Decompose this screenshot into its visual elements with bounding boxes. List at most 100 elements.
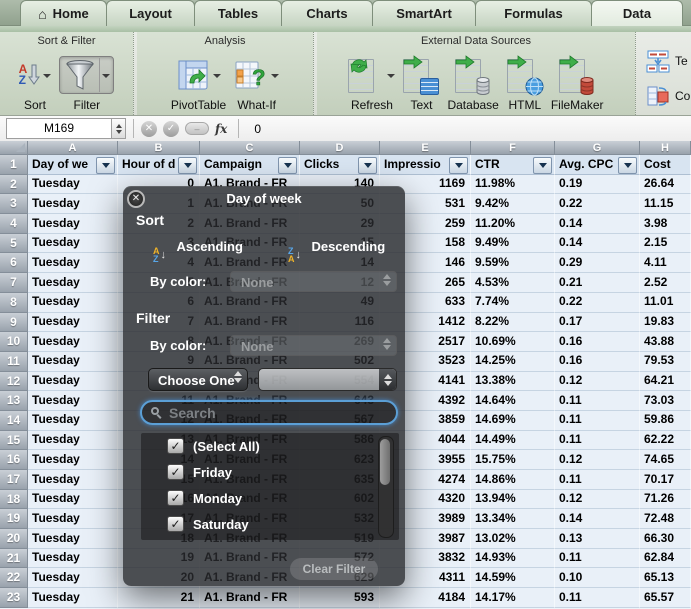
- table-header-cell[interactable]: Cost: [640, 155, 691, 175]
- data-cell[interactable]: 72.48: [640, 509, 691, 529]
- data-cell[interactable]: 13.34%: [471, 509, 555, 529]
- data-cell[interactable]: 0.12: [555, 372, 640, 392]
- data-cell[interactable]: Tuesday: [28, 352, 118, 372]
- row-header-2[interactable]: 2: [0, 175, 28, 195]
- autofilter-dropdown-icon[interactable]: [278, 157, 297, 174]
- data-cell[interactable]: 59.86: [640, 411, 691, 431]
- data-cell[interactable]: Tuesday: [28, 490, 118, 510]
- data-cell[interactable]: 70.17: [640, 470, 691, 490]
- column-header-B[interactable]: B: [118, 141, 200, 155]
- data-cell[interactable]: 14.17%: [471, 588, 555, 608]
- data-cell[interactable]: Tuesday: [28, 431, 118, 451]
- filter-by-color-select[interactable]: None: [230, 335, 397, 356]
- text-to-columns-button[interactable]: Te: [646, 48, 688, 74]
- data-cell[interactable]: 0.16: [555, 332, 640, 352]
- autofilter-dropdown-icon[interactable]: [178, 157, 197, 174]
- table-header-cell[interactable]: Impressio: [380, 155, 471, 175]
- data-cell[interactable]: 0.14: [555, 214, 640, 234]
- data-cell[interactable]: 0.13: [555, 529, 640, 549]
- consolidate-button[interactable]: Co: [646, 83, 690, 109]
- column-header-H[interactable]: H: [640, 141, 691, 155]
- data-cell[interactable]: 14.59%: [471, 568, 555, 588]
- data-cell[interactable]: 13.38%: [471, 372, 555, 392]
- row-header-20[interactable]: 20: [0, 529, 28, 549]
- table-header-cell[interactable]: Day of we: [28, 155, 118, 175]
- data-cell[interactable]: A1. Brand - FR: [200, 588, 300, 608]
- data-cell[interactable]: 15.75%: [471, 450, 555, 470]
- row-header-3[interactable]: 3: [0, 194, 28, 214]
- data-cell[interactable]: Tuesday: [28, 234, 118, 254]
- data-cell[interactable]: 0.11: [555, 588, 640, 608]
- row-header-4[interactable]: 4: [0, 214, 28, 234]
- data-cell[interactable]: 14.25%: [471, 352, 555, 372]
- data-cell[interactable]: 11.15: [640, 194, 691, 214]
- tab-smartart[interactable]: SmartArt: [372, 0, 476, 26]
- data-cell[interactable]: 13.02%: [471, 529, 555, 549]
- data-cell[interactable]: 14.93%: [471, 549, 555, 569]
- row-header-22[interactable]: 22: [0, 568, 28, 588]
- data-cell[interactable]: 4.11: [640, 253, 691, 273]
- data-cell[interactable]: Tuesday: [28, 332, 118, 352]
- row-header-19[interactable]: 19: [0, 509, 28, 529]
- data-cell[interactable]: 10.69%: [471, 332, 555, 352]
- data-cell[interactable]: 14.49%: [471, 431, 555, 451]
- name-box-stepper[interactable]: [112, 118, 126, 139]
- data-cell[interactable]: 0.16: [555, 352, 640, 372]
- data-cell[interactable]: 4184: [380, 588, 471, 608]
- filter-dropdown-caret[interactable]: [102, 74, 110, 78]
- table-header-cell[interactable]: Hour of d: [118, 155, 200, 175]
- data-cell[interactable]: 0.11: [555, 470, 640, 490]
- refresh-button[interactable]: Refresh: [345, 50, 398, 114]
- whatif-button[interactable]: ? What-If: [231, 50, 282, 114]
- data-cell[interactable]: 14.86%: [471, 470, 555, 490]
- data-cell[interactable]: 0.11: [555, 391, 640, 411]
- data-cell[interactable]: 9.49%: [471, 234, 555, 254]
- row-header-10[interactable]: 10: [0, 332, 28, 352]
- table-header-cell[interactable]: Avg. CPC: [555, 155, 640, 175]
- row-header-8[interactable]: 8: [0, 293, 28, 313]
- filter-button[interactable]: Filter: [56, 50, 117, 114]
- data-cell[interactable]: 62.22: [640, 431, 691, 451]
- tab-home[interactable]: ⌂Home: [20, 0, 107, 26]
- data-cell[interactable]: Tuesday: [28, 253, 118, 273]
- data-cell[interactable]: Tuesday: [28, 293, 118, 313]
- row-header-21[interactable]: 21: [0, 549, 28, 569]
- data-cell[interactable]: Tuesday: [28, 568, 118, 588]
- data-cell[interactable]: Tuesday: [28, 509, 118, 529]
- clear-filter-button[interactable]: Clear Filter: [290, 558, 378, 580]
- column-header-E[interactable]: E: [380, 141, 471, 155]
- data-cell[interactable]: 14.69%: [471, 411, 555, 431]
- tab-layout[interactable]: Layout: [106, 0, 195, 26]
- data-cell[interactable]: Tuesday: [28, 372, 118, 392]
- column-header-C[interactable]: C: [200, 141, 300, 155]
- sort-dropdown-caret[interactable]: [43, 74, 51, 78]
- row-header-17[interactable]: 17: [0, 470, 28, 490]
- data-cell[interactable]: 11.01: [640, 293, 691, 313]
- filter-list-item[interactable]: ✓Saturday: [141, 511, 399, 537]
- data-cell[interactable]: 21: [118, 588, 200, 608]
- data-cell[interactable]: 71.26: [640, 490, 691, 510]
- condition-value-field[interactable]: [258, 368, 397, 391]
- tab-charts[interactable]: Charts: [281, 0, 373, 26]
- row-header-23[interactable]: 23: [0, 588, 28, 608]
- data-cell[interactable]: 62.84: [640, 549, 691, 569]
- data-cell[interactable]: 0.11: [555, 431, 640, 451]
- filter-list-item[interactable]: ✓Monday: [141, 485, 399, 511]
- pivottable-dropdown-caret[interactable]: [213, 74, 221, 78]
- data-cell[interactable]: 74.65: [640, 450, 691, 470]
- row-header-9[interactable]: 9: [0, 313, 28, 333]
- data-cell[interactable]: 79.53: [640, 352, 691, 372]
- filemaker-button[interactable]: FileMaker: [548, 50, 607, 114]
- autofilter-dropdown-icon[interactable]: [96, 157, 115, 174]
- data-cell[interactable]: 11.20%: [471, 214, 555, 234]
- scrollbar-thumb[interactable]: [380, 439, 390, 485]
- database-button[interactable]: Database: [444, 50, 501, 114]
- html-button[interactable]: HTML: [504, 50, 546, 114]
- refresh-dropdown-caret[interactable]: [387, 74, 395, 78]
- data-cell[interactable]: 9.42%: [471, 194, 555, 214]
- text-import-button[interactable]: Text: [400, 50, 442, 114]
- data-cell[interactable]: Tuesday: [28, 529, 118, 549]
- data-cell[interactable]: Tuesday: [28, 175, 118, 195]
- data-cell[interactable]: 64.21: [640, 372, 691, 392]
- row-header-18[interactable]: 18: [0, 490, 28, 510]
